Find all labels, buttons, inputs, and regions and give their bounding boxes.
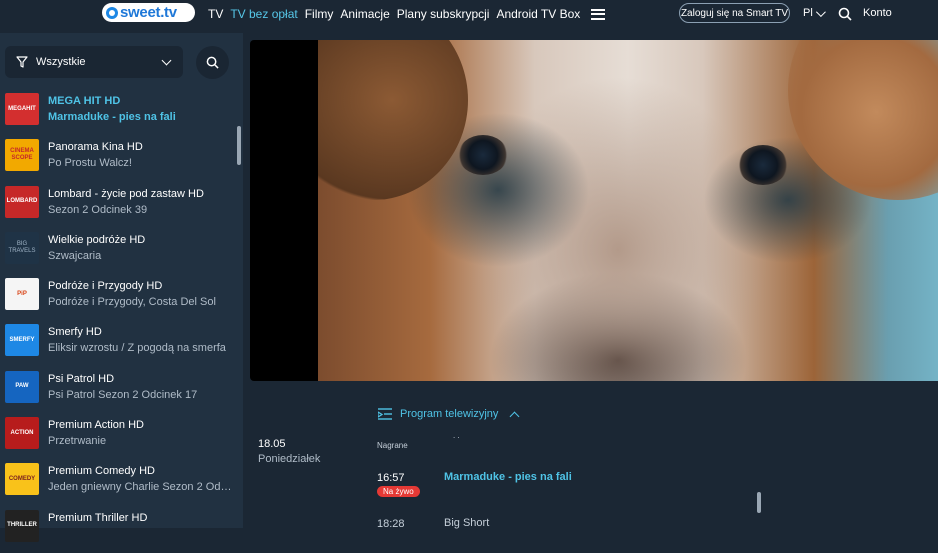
- channel-program: Po Prostu Walcz!: [48, 157, 132, 170]
- video-content: [318, 40, 468, 200]
- channel-logo: LOMBARD: [5, 185, 39, 218]
- channel-item[interactable]: SMERFY Smerfy HD Eliksir wzrostu / Z pog…: [0, 321, 243, 367]
- program-day: Poniedziałek: [258, 453, 321, 465]
- logo-text: sweet.tv: [120, 4, 177, 21]
- channel-name: Panorama Kina HD: [48, 141, 143, 154]
- program-title[interactable]: Marmaduke - pies na fali: [444, 471, 572, 483]
- program-guide-toggle[interactable]: Program telewizyjny: [378, 408, 520, 421]
- channel-item[interactable]: COMEDY Premium Comedy HD Jeden gniewny C…: [0, 460, 243, 506]
- channel-program: Psi Patrol Sezon 2 Odcinek 17: [48, 388, 198, 401]
- nav-tv-bez-oplat[interactable]: TV bez opłat: [230, 7, 297, 21]
- nav-animacje[interactable]: Animacje: [340, 7, 389, 21]
- channel-filter-dropdown[interactable]: Wszystkie: [5, 46, 183, 78]
- channel-item[interactable]: MEGAHIT MEGA HIT HD Marmaduke - pies na …: [0, 90, 243, 136]
- chevron-down-icon: [815, 6, 826, 17]
- nav-android-tv-box[interactable]: Android TV Box: [496, 7, 580, 21]
- video-content: [738, 145, 788, 185]
- channel-program: Szwajcaria: [48, 249, 102, 262]
- channel-name: Premium Thriller HD: [48, 511, 148, 524]
- channel-logo: THRILLER: [5, 509, 39, 542]
- channel-logo: PAW: [5, 370, 39, 403]
- program-guide: Program telewizyjny 18.05 Poniedziałek .…: [243, 388, 938, 530]
- channel-name: Wielkie podróże HD: [48, 233, 146, 246]
- logo-mark-icon: [106, 6, 118, 19]
- search-icon: [206, 56, 219, 69]
- program-guide-icon: [378, 408, 392, 420]
- hamburger-icon[interactable]: [591, 8, 606, 20]
- nav-tv[interactable]: TV: [208, 7, 223, 21]
- channel-name: Premium Action HD: [48, 419, 144, 432]
- channel-program: Podróże i Przygody, Costa Del Sol: [48, 296, 216, 309]
- channel-logo: SMERFY: [5, 324, 39, 357]
- channel-name: Podróże i Przygody HD: [48, 280, 163, 293]
- live-badge: Na żywo: [377, 486, 420, 497]
- channel-program: Sezon 2 Odcinek 39: [48, 203, 148, 216]
- program-scrollbar[interactable]: [757, 492, 761, 513]
- channel-logo: PiP: [5, 278, 39, 311]
- channel-name: Psi Patrol HD: [48, 372, 115, 385]
- program-date: 18.05: [258, 438, 286, 450]
- sweet-tv-logo[interactable]: sweet.tv: [102, 3, 195, 22]
- channel-item[interactable]: BIG TRAVELS Wielkie podróże HD Szwajcari…: [0, 229, 243, 275]
- program-title[interactable]: Big Short: [444, 517, 489, 529]
- account-link[interactable]: Konto: [863, 7, 892, 19]
- smart-tv-login-button[interactable]: Zaloguj się na Smart TV: [679, 3, 790, 23]
- video-content: [458, 135, 508, 175]
- channel-item[interactable]: LOMBARD Lombard - życie pod zastaw HD Se…: [0, 183, 243, 229]
- channel-name: Smerfy HD: [48, 326, 102, 339]
- video-frame: [318, 40, 938, 381]
- video-content: [788, 40, 938, 200]
- channel-logo: COMEDY: [5, 463, 39, 496]
- filter-value: Wszystkie: [36, 56, 86, 68]
- channel-logo: ACTION: [5, 417, 39, 450]
- more-dots: . .: [453, 431, 460, 440]
- recorded-label: Nagrane: [377, 441, 408, 450]
- channel-list: MEGAHIT MEGA HIT HD Marmaduke - pies na …: [0, 90, 243, 553]
- program-time: 16:57: [377, 472, 405, 484]
- channel-logo: BIG TRAVELS: [5, 231, 39, 264]
- channel-program: Marmaduke - pies na fali: [48, 111, 176, 123]
- channel-sidebar: Wszystkie MEGAHIT MEGA HIT HD Marmaduke …: [0, 33, 243, 542]
- nav-plany-subskrypcji[interactable]: Plany subskrypcji: [397, 7, 490, 21]
- chevron-up-icon: [509, 411, 520, 421]
- main-nav: TV TV bez opłat Filmy Animacje Plany sub…: [208, 0, 606, 28]
- channel-logo: MEGAHIT: [5, 93, 39, 125]
- channel-program: Przetrwanie: [48, 435, 107, 448]
- filter-icon: [16, 56, 28, 68]
- channel-item[interactable]: ACTION Premium Action HD Przetrwanie: [0, 414, 243, 460]
- channel-search-button[interactable]: [196, 46, 229, 79]
- channel-item[interactable]: CINEMA SCOPE Panorama Kina HD Po Prostu …: [0, 136, 243, 182]
- chevron-down-icon: [161, 55, 172, 66]
- channel-item[interactable]: THRILLER Premium Thriller HD: [0, 507, 243, 553]
- channel-item[interactable]: PiP Podróże i Przygody HD Podróże i Przy…: [0, 275, 243, 321]
- nav-filmy[interactable]: Filmy: [305, 7, 334, 21]
- channel-name: MEGA HIT HD: [48, 95, 121, 107]
- program-guide-label: Program telewizyjny: [400, 408, 499, 420]
- language-label: Pl: [803, 7, 813, 19]
- channel-program: Jeden gniewny Charlie Sezon 2 Odcinek 1: [48, 481, 233, 494]
- search-icon[interactable]: [838, 7, 852, 21]
- channel-program: Eliksir wzrostu / Z pogodą na smerfa: [48, 342, 226, 355]
- channel-name: Premium Comedy HD: [48, 465, 155, 478]
- language-selector[interactable]: Pl: [803, 6, 826, 19]
- channel-logo: CINEMA SCOPE: [5, 139, 39, 172]
- video-player[interactable]: [250, 40, 938, 381]
- program-time: 18:28: [377, 518, 405, 530]
- sidebar-scrollbar[interactable]: [237, 126, 241, 165]
- channel-item[interactable]: PAW Psi Patrol HD Psi Patrol Sezon 2 Odc…: [0, 368, 243, 414]
- channel-name: Lombard - życie pod zastaw HD: [48, 187, 204, 200]
- top-bar: sweet.tv TV TV bez opłat Filmy Animacje …: [0, 0, 938, 30]
